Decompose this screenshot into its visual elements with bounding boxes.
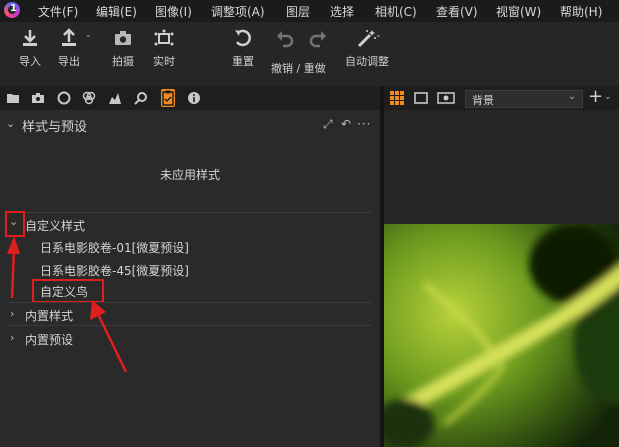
expand-arrows-icon[interactable]: ⤢ [323, 117, 333, 132]
reset-icon [235, 29, 251, 47]
menu-camera[interactable]: 相机(C) [375, 3, 417, 20]
leaf-photo [384, 224, 619, 447]
search-icon[interactable] [134, 91, 148, 105]
menu-layers[interactable]: 图层 [286, 3, 310, 20]
divider [6, 212, 372, 213]
menu-bar: 1 文件(F) 编辑(E) 图像(I) 调整项(A) 图层 选择 相机(C) 查… [0, 0, 619, 22]
info-icon[interactable] [187, 91, 201, 105]
grid-view-icon[interactable] [390, 91, 404, 105]
clipboard-check-icon [162, 90, 174, 106]
more-options-icon[interactable]: ··· [357, 117, 371, 131]
auto-adjust-dropdown-chevron-icon[interactable]: ⌄ [375, 30, 382, 39]
undo-icon [277, 31, 294, 48]
chevron-down-icon: ⌄ [568, 91, 577, 102]
redo-icon [309, 31, 326, 48]
photo-preview[interactable] [384, 224, 619, 447]
menu-edit[interactable]: 编辑(E) [96, 3, 137, 20]
redo-button[interactable] [307, 28, 329, 48]
live-view-button[interactable]: 实时 [148, 28, 180, 69]
auto-adjust-button[interactable]: 自动调整 [343, 28, 391, 69]
panel-collapse-chevron-icon[interactable]: ⌄ [6, 117, 15, 130]
export-icon [62, 28, 76, 46]
menu-file[interactable]: 文件(F) [38, 3, 78, 20]
lens-circle-icon[interactable] [57, 91, 71, 105]
undo-button[interactable] [274, 28, 296, 48]
auto-adjust-label: 自动调整 [345, 55, 389, 68]
add-icon[interactable]: + [588, 86, 603, 107]
main-toolbar: 导入 导出 ⌄ 拍摄 实时 重置 撤销 / 重做 自动调整 ⌄ [0, 22, 619, 84]
undo-redo-label: 撤销 / 重做 [271, 62, 326, 75]
camera-icon [115, 31, 131, 45]
capture-label: 拍摄 [112, 55, 134, 68]
folder-icon[interactable] [6, 91, 20, 105]
tool-tab-strip [0, 86, 380, 110]
add-dropdown-chevron-icon[interactable]: ⌄ [604, 92, 612, 102]
export-button[interactable]: 导出 [53, 28, 85, 69]
menu-adjustments[interactable]: 调整项(A) [211, 3, 265, 20]
single-view-icon[interactable] [414, 91, 428, 105]
import-icon [23, 30, 37, 46]
live-view-icon [154, 29, 174, 46]
panel-title: 样式与预设 [22, 120, 88, 135]
annotation-arrows [7, 236, 128, 373]
background-select-value: 背景 [472, 94, 494, 107]
reset-label: 重置 [232, 55, 254, 68]
import-label: 导入 [19, 55, 41, 68]
background-select[interactable]: 背景 ⌄ [465, 90, 583, 108]
export-label: 导出 [58, 55, 80, 68]
menu-view[interactable]: 查看(V) [436, 3, 478, 20]
import-button[interactable]: 导入 [14, 28, 46, 69]
color-circles-icon[interactable] [82, 91, 96, 105]
eye-icon[interactable] [437, 91, 455, 105]
no-style-applied-label: 未应用样式 [160, 168, 221, 182]
custom-styles-chevron-down-icon[interactable]: ⌄ [9, 215, 18, 228]
panel-reset-icon[interactable]: ↶ [341, 117, 351, 131]
camera-tab-icon[interactable] [31, 91, 45, 105]
reset-button[interactable]: 重置 [227, 28, 259, 69]
menu-image[interactable]: 图像(I) [155, 3, 192, 20]
menu-window[interactable]: 视窗(W) [496, 3, 541, 20]
live-view-label: 实时 [153, 55, 175, 68]
styles-presets-tab[interactable] [161, 89, 175, 107]
exposure-histogram-icon[interactable] [108, 91, 122, 105]
app-logo-icon: 1 [4, 2, 20, 18]
capture-button[interactable]: 拍摄 [107, 28, 139, 69]
menu-help[interactable]: 帮助(H) [560, 3, 602, 20]
menu-select[interactable]: 选择 [330, 3, 354, 20]
export-dropdown-chevron-icon[interactable]: ⌄ [85, 30, 92, 39]
